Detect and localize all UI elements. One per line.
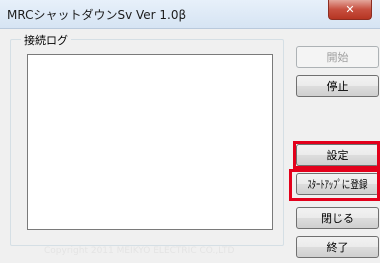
close-window-button[interactable]: ✕: [328, 0, 372, 20]
connection-log-label: 接続ログ: [21, 32, 71, 48]
settings-highlight-box: [293, 141, 380, 169]
exit-button[interactable]: 終了: [296, 236, 379, 258]
app-window: MRCシャットダウンSv Ver 1.0β ✕ 接続ログ 開始 停止 設定 ｽﾀ…: [0, 0, 380, 263]
title-bar: MRCシャットダウンSv Ver 1.0β ✕: [0, 0, 380, 29]
connection-log-list[interactable]: [27, 54, 273, 230]
close-icon: ✕: [345, 3, 355, 16]
stop-button[interactable]: 停止: [296, 75, 379, 97]
register-startup-highlight-box: [289, 169, 380, 201]
start-button[interactable]: 開始: [296, 46, 379, 68]
close-button[interactable]: 閉じる: [296, 207, 379, 229]
window-title: MRCシャットダウンSv Ver 1.0β: [7, 8, 187, 22]
copyright-text: Copyright 2011 MEIKYO ELECTRIC CO.,LTD: [44, 246, 235, 256]
